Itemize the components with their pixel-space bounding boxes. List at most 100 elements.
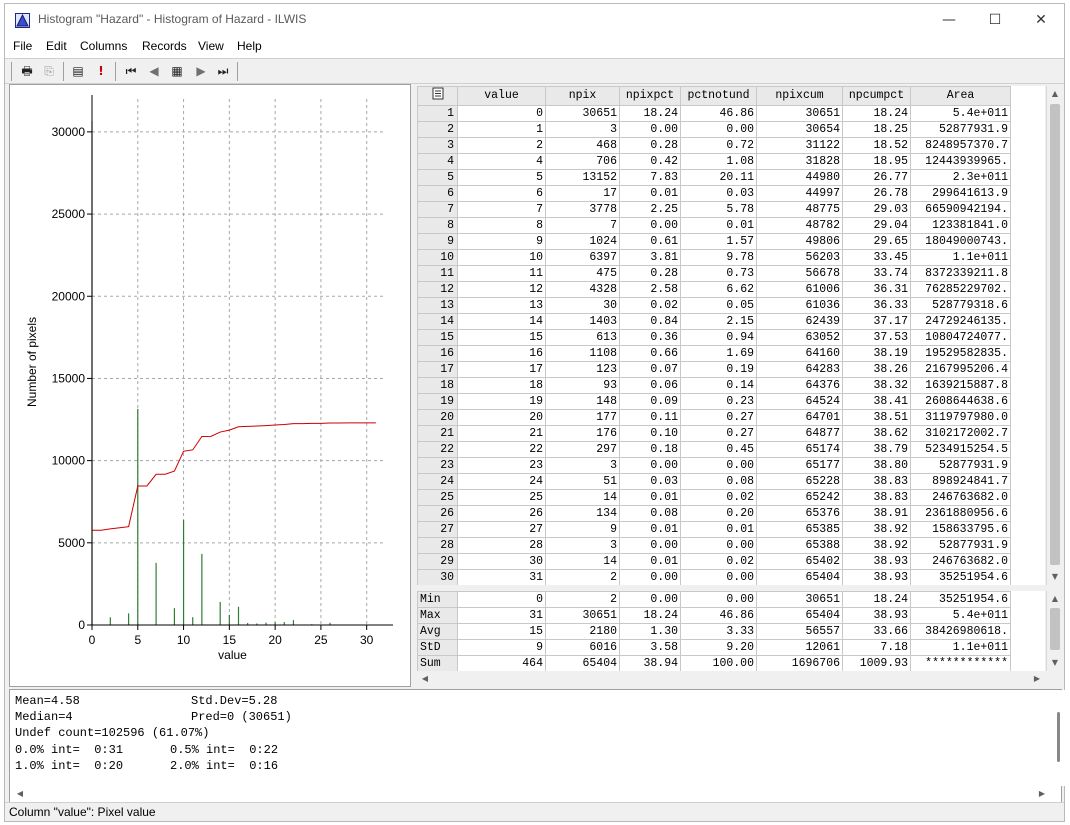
row-header[interactable]: 20 — [417, 409, 458, 426]
table-cell[interactable]: 2.25 — [619, 201, 681, 218]
copy-icon[interactable]: ⎘ — [39, 62, 59, 81]
table-cell[interactable]: 38426980618. — [910, 623, 1011, 640]
table-cell[interactable]: 475 — [545, 265, 620, 282]
table-cell[interactable]: 18.24 — [619, 105, 681, 122]
table-cell[interactable]: 0.00 — [680, 457, 757, 474]
row-header[interactable]: 14 — [417, 313, 458, 330]
table-cell[interactable]: 31 — [457, 607, 546, 624]
table-row[interactable]: 24 24 51 0.03 0.08 65228 38.83 898924841.7 — [417, 473, 1011, 490]
table-cell[interactable]: 613 — [545, 329, 620, 346]
table-cell[interactable]: 1696706 — [756, 655, 843, 671]
table-row[interactable]: 28 28 3 0.00 0.00 65388 38.92 52877931.9 — [417, 537, 1011, 554]
column-header[interactable]: value — [457, 86, 546, 106]
table-cell[interactable]: 20 — [457, 409, 546, 426]
table-cell[interactable]: 0.28 — [619, 137, 681, 154]
table-cell[interactable]: 65402 — [756, 553, 843, 570]
table-row[interactable]: 25 25 14 0.01 0.02 65242 38.83 246763682.0 — [417, 489, 1011, 506]
first-record-icon[interactable]: ⏮ — [121, 62, 141, 81]
table-cell[interactable]: 38.93 — [842, 569, 911, 585]
row-header[interactable]: 8 — [417, 217, 458, 234]
row-header[interactable]: 27 — [417, 521, 458, 538]
table-cell[interactable]: 36.33 — [842, 297, 911, 314]
table-cell[interactable]: 3102172002.7 — [910, 425, 1011, 442]
row-header[interactable]: 30 — [417, 569, 458, 585]
table-cell[interactable]: 38.94 — [619, 655, 681, 671]
table-cell[interactable]: 3 — [545, 537, 620, 554]
row-header[interactable]: 7 — [417, 201, 458, 218]
table-cell[interactable]: 123381841.0 — [910, 217, 1011, 234]
menu-records[interactable]: Records — [142, 39, 187, 53]
table-cell[interactable]: 123 — [545, 361, 620, 378]
table-cell[interactable]: 17 — [457, 361, 546, 378]
table-cell[interactable]: 0.06 — [619, 377, 681, 394]
table-cell[interactable]: 9.20 — [680, 639, 757, 656]
table-cell[interactable]: 5.4e+011 — [910, 607, 1011, 624]
scroll-up-arrow-icon[interactable]: ▲ — [1047, 591, 1063, 607]
column-header[interactable]: npcumpct — [842, 86, 911, 106]
row-header[interactable]: 4 — [417, 153, 458, 170]
row-header[interactable]: 15 — [417, 329, 458, 346]
table-cell[interactable]: 0.01 — [619, 489, 681, 506]
table-row[interactable]: 14 14 1403 0.84 2.15 62439 37.17 24729246135. — [417, 313, 1011, 330]
table-cell[interactable]: 38.19 — [842, 345, 911, 362]
last-record-icon[interactable]: ⏭ — [213, 62, 233, 81]
scrollbar-thumb[interactable] — [1050, 104, 1060, 565]
table-cell[interactable]: 76285229702. — [910, 281, 1011, 298]
table-cell[interactable]: 0.00 — [680, 537, 757, 554]
table-cell[interactable]: 26 — [457, 505, 546, 522]
row-header[interactable]: 23 — [417, 457, 458, 474]
menu-help[interactable]: Help — [237, 39, 262, 53]
info-vertical-scrollbar[interactable] — [1052, 690, 1069, 786]
table-cell[interactable]: 0.00 — [619, 121, 681, 138]
table-cell[interactable]: 3119797980.0 — [910, 409, 1011, 426]
table-cell[interactable]: 468 — [545, 137, 620, 154]
table-cell[interactable]: 1108 — [545, 345, 620, 362]
table-cell[interactable]: 19 — [457, 393, 546, 410]
table-cell[interactable]: 52877931.9 — [910, 537, 1011, 554]
table-cell[interactable]: 12 — [457, 281, 546, 298]
stat-label[interactable]: Max — [417, 607, 458, 624]
info-horizontal-scrollbar[interactable]: ◀ ▶ — [10, 786, 1061, 802]
stats-row[interactable]: Min 0 2 0.00 0.00 30651 18.24 35251954.6 — [417, 591, 1011, 608]
table-cell[interactable]: 0.27 — [680, 409, 757, 426]
table-cell[interactable]: 9.78 — [680, 249, 757, 266]
table-cell[interactable]: 38.92 — [842, 537, 911, 554]
table-cell[interactable]: 29.04 — [842, 217, 911, 234]
table-row[interactable]: 6 6 17 0.01 0.03 44997 26.78 299641613.9 — [417, 185, 1011, 202]
table-cell[interactable]: 0.42 — [619, 153, 681, 170]
table-cell[interactable]: 18 — [457, 377, 546, 394]
table-cell[interactable]: 35251954.6 — [910, 591, 1011, 608]
table-cell[interactable]: 38.62 — [842, 425, 911, 442]
table-cell[interactable]: 31 — [457, 569, 546, 585]
table-cell[interactable]: 64376 — [756, 377, 843, 394]
table-cell[interactable]: 1.57 — [680, 233, 757, 250]
row-header[interactable]: 16 — [417, 345, 458, 362]
table-cell[interactable]: 1 — [457, 121, 546, 138]
table-cell[interactable]: 10 — [457, 249, 546, 266]
table-cell[interactable]: 38.26 — [842, 361, 911, 378]
table-cell[interactable]: 1.1e+011 — [910, 639, 1011, 656]
table-cell[interactable]: 8 — [457, 217, 546, 234]
table-cell[interactable]: 0.10 — [619, 425, 681, 442]
row-header[interactable]: 1 — [417, 105, 458, 122]
table-cell[interactable]: 898924841.7 — [910, 473, 1011, 490]
table-row[interactable]: 27 27 9 0.01 0.01 65385 38.92 158633795.6 — [417, 521, 1011, 538]
stat-label[interactable]: StD — [417, 639, 458, 656]
table-cell[interactable]: 23 — [457, 457, 546, 474]
table-cell[interactable]: 5.4e+011 — [910, 105, 1011, 122]
table-row[interactable]: 17 17 123 0.07 0.19 64283 38.26 2167995206.4 — [417, 361, 1011, 378]
table-cell[interactable]: 8372339211.8 — [910, 265, 1011, 282]
table-cell[interactable]: 63052 — [756, 329, 843, 346]
minimize-button[interactable]: — — [926, 4, 972, 36]
next-record-icon[interactable]: ▶ — [191, 62, 211, 81]
table-cell[interactable]: 65228 — [756, 473, 843, 490]
table-cell[interactable]: 2361880956.6 — [910, 505, 1011, 522]
row-header[interactable]: 3 — [417, 137, 458, 154]
table-cell[interactable]: 0.73 — [680, 265, 757, 282]
table-cell[interactable]: 6016 — [545, 639, 620, 656]
column-header[interactable]: pctnotund — [680, 86, 757, 106]
table-cell[interactable]: 18.95 — [842, 153, 911, 170]
table-cell[interactable]: 1009.93 — [842, 655, 911, 671]
table-cell[interactable]: 29.65 — [842, 233, 911, 250]
table-cell[interactable]: 464 — [457, 655, 546, 671]
